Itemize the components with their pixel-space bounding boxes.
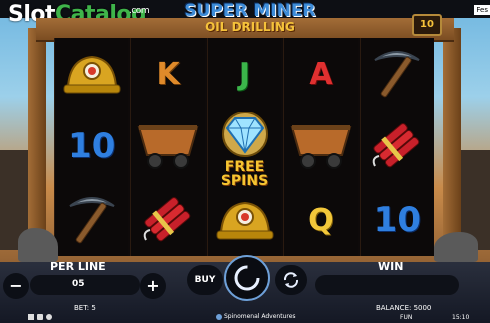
symbol-miner-helmet <box>208 184 281 256</box>
helmet-icon <box>216 201 274 240</box>
symbol-ten: 10 <box>361 184 434 256</box>
reel-5: 10 <box>359 38 435 256</box>
per-line-display <box>30 275 140 295</box>
symbol-miner-helmet <box>55 38 128 110</box>
reel-1: 10 <box>54 38 129 256</box>
dynamite-icon <box>143 197 191 242</box>
symbol-ten: 10 <box>55 110 128 182</box>
symbol-dynamite <box>361 110 434 182</box>
reel-4: A Q <box>283 38 358 256</box>
symbol-a: A <box>284 38 357 110</box>
symbol-pickaxe <box>55 184 128 256</box>
symbol-mine-cart <box>131 110 204 182</box>
diamond-icon <box>221 112 268 157</box>
pickaxe-icon <box>374 51 420 98</box>
increase-bet-button[interactable]: + <box>140 273 166 299</box>
per-line-value: 05 <box>72 279 85 289</box>
per-line-label: PER LINE <box>50 260 106 273</box>
rocks-right <box>434 232 478 262</box>
autoplay-icon <box>283 272 299 288</box>
sound-icon[interactable] <box>37 314 43 320</box>
bet-badge: 10 <box>412 14 442 36</box>
symbol-a-text: A <box>309 56 333 92</box>
corner-tab[interactable]: Fes <box>474 5 490 15</box>
mine-cart-icon <box>290 125 352 169</box>
provider-icon <box>216 314 222 320</box>
symbol-ten-text: 10 <box>373 200 421 240</box>
symbol-q-text: Q <box>308 202 334 238</box>
game-logo: SUPER MINER OIL DRILLING <box>170 2 330 38</box>
helmet-icon <box>63 55 121 94</box>
game-title-line1: SUPER MINER <box>184 1 316 21</box>
autoplay-button[interactable] <box>275 265 307 295</box>
reel-2: K <box>130 38 205 256</box>
symbol-q: Q <box>284 184 357 256</box>
win-label: WIN <box>378 260 404 273</box>
symbol-pickaxe <box>361 38 434 110</box>
pickaxe-icon <box>69 197 115 244</box>
rocks-left <box>18 228 58 262</box>
mode-readout: FUN <box>400 314 413 321</box>
symbol-mine-cart <box>284 110 357 182</box>
symbol-dynamite <box>131 184 204 256</box>
home-icon[interactable] <box>28 314 34 320</box>
info-icon[interactable] <box>46 314 52 320</box>
provider-name: Spinomenal Adventures <box>224 313 296 320</box>
game-title-line2: OIL DRILLING <box>205 20 295 34</box>
win-display <box>315 275 459 295</box>
spin-icon <box>234 265 260 291</box>
spin-button[interactable] <box>224 255 270 301</box>
symbol-k: K <box>131 38 204 110</box>
reel-3: J FREE SPINS <box>206 38 282 256</box>
balance-readout: BALANCE: 5000 <box>376 304 432 312</box>
frame-post-right <box>443 28 461 264</box>
symbol-j: J <box>208 38 281 110</box>
reel-grid: 10 K J FREE SPINS A Q 10 <box>54 38 435 256</box>
dynamite-icon <box>373 123 420 168</box>
symbol-ten-text: 10 <box>68 126 116 166</box>
bet-readout: BET: 5 <box>74 304 96 312</box>
buy-feature-button[interactable]: BUY <box>187 265 223 295</box>
clock-readout: 15:10 <box>452 314 470 321</box>
symbol-k-text: K <box>156 56 180 92</box>
symbol-j-text: J <box>238 56 251 92</box>
mine-cart-icon <box>137 125 199 169</box>
decrease-bet-button[interactable]: − <box>3 273 29 299</box>
